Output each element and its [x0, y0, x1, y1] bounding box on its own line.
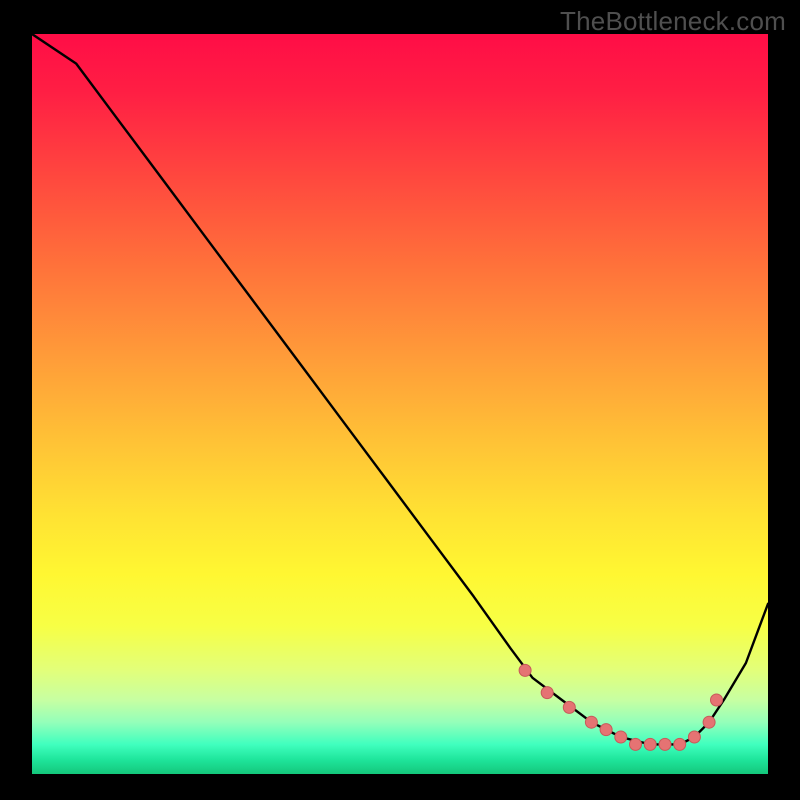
- watermark-text: TheBottleneck.com: [560, 6, 786, 37]
- chart-frame: TheBottleneck.com: [0, 0, 800, 800]
- gradient-plot-area: [32, 34, 768, 774]
